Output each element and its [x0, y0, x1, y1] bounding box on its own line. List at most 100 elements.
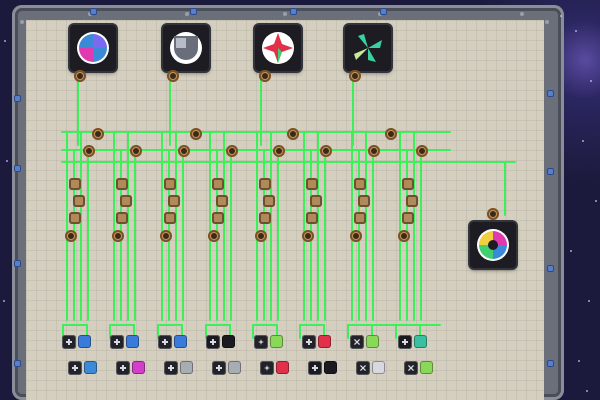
frame-rivet — [14, 260, 21, 267]
output-swatch-top-5 — [270, 335, 283, 348]
output-button-bottom-6[interactable] — [308, 361, 322, 375]
frame-rivet — [547, 360, 554, 367]
symbol-port-node[interactable] — [259, 70, 271, 82]
symbol-port-node[interactable] — [167, 70, 179, 82]
frame-rivet — [14, 360, 21, 367]
junction-node — [255, 230, 267, 242]
star — [578, 360, 580, 362]
output-button-top-2[interactable] — [110, 335, 124, 349]
output-button-bottom-4[interactable] — [212, 361, 226, 375]
output-swatch-bottom-2 — [132, 361, 145, 374]
star — [3, 300, 5, 302]
output-swatch-bottom-8 — [420, 361, 433, 374]
junction-node — [350, 230, 362, 242]
output-button-bottom-1[interactable] — [68, 361, 82, 375]
output-button-top-5[interactable] — [254, 335, 268, 349]
output-button-top-7[interactable] — [350, 335, 364, 349]
star-red-green-icon — [262, 32, 294, 64]
output-swatch-top-1 — [78, 335, 91, 348]
output-swatch-bottom-3 — [180, 361, 193, 374]
junction-node — [83, 145, 95, 157]
frame-bolt — [283, 12, 287, 16]
right-port-node[interactable] — [487, 208, 499, 220]
output-swatch-top-3 — [174, 335, 187, 348]
junction-node — [226, 145, 238, 157]
junction-node — [178, 145, 190, 157]
star — [575, 30, 577, 32]
output-swatch-top-4 — [222, 335, 235, 348]
output-button-bottom-8[interactable] — [404, 361, 418, 375]
frame-rivet — [547, 90, 554, 97]
relay-3-2 — [212, 212, 224, 224]
frame-bolt — [20, 20, 24, 24]
relay-1-0 — [116, 178, 128, 190]
junction-node — [320, 145, 332, 157]
output-swatch-bottom-5 — [276, 361, 289, 374]
wheel-multicolor-icon — [477, 229, 509, 261]
relay-0-0 — [69, 178, 81, 190]
relay-5-0 — [306, 178, 318, 190]
shield-grey-icon — [170, 32, 202, 64]
junction-node — [190, 128, 202, 140]
frame-rivet — [547, 168, 554, 175]
star — [595, 200, 597, 202]
relay-6-1 — [358, 195, 370, 207]
symbol-port-node[interactable] — [349, 70, 361, 82]
relay-3-0 — [212, 178, 224, 190]
output-swatch-top-2 — [126, 335, 139, 348]
frame-rivet — [547, 265, 554, 272]
junction-node — [160, 230, 172, 242]
output-swatch-bottom-7 — [372, 361, 385, 374]
frame-bolt — [185, 12, 189, 16]
frame-rivet — [14, 95, 21, 102]
relay-2-2 — [164, 212, 176, 224]
junction-node — [416, 145, 428, 157]
relay-6-0 — [354, 178, 366, 190]
symbol-port-node[interactable] — [74, 70, 86, 82]
junction-node — [302, 230, 314, 242]
relay-0-2 — [69, 212, 81, 224]
output-button-top-3[interactable] — [158, 335, 172, 349]
star — [586, 390, 588, 392]
output-swatch-bottom-6 — [324, 361, 337, 374]
relay-5-1 — [310, 195, 322, 207]
output-button-bottom-3[interactable] — [164, 361, 178, 375]
symbol-tile-quad-blue-symbol[interactable] — [70, 25, 116, 71]
junction-node — [92, 128, 104, 140]
frame-bolt — [545, 20, 549, 24]
junction-node — [112, 230, 124, 242]
star — [582, 140, 584, 142]
relay-3-1 — [216, 195, 228, 207]
junction-node — [130, 145, 142, 157]
symbol-tile-shield-grey-symbol[interactable] — [163, 25, 209, 71]
output-button-top-8[interactable] — [398, 335, 412, 349]
star — [4, 40, 6, 42]
output-button-top-6[interactable] — [302, 335, 316, 349]
symbol-tile-pinwheel-green-symbol[interactable] — [345, 25, 391, 71]
junction-node — [208, 230, 220, 242]
junction-node — [65, 230, 77, 242]
output-button-bottom-7[interactable] — [356, 361, 370, 375]
relay-1-1 — [120, 195, 132, 207]
output-button-bottom-2[interactable] — [116, 361, 130, 375]
output-swatch-bottom-4 — [228, 361, 241, 374]
junction-node — [273, 145, 285, 157]
symbol-tile-wheel-multicolor-symbol[interactable] — [470, 222, 516, 268]
pinwheel-green-icon — [354, 34, 382, 62]
frame-rivet — [380, 8, 387, 15]
frame-rivet — [14, 165, 21, 172]
symbol-tile-star-red-green-symbol[interactable] — [255, 25, 301, 71]
output-swatch-top-7 — [366, 335, 379, 348]
relay-6-2 — [354, 212, 366, 224]
relay-7-1 — [406, 195, 418, 207]
junction-node — [368, 145, 380, 157]
star — [590, 80, 592, 82]
relay-5-2 — [306, 212, 318, 224]
frame-bolt — [520, 12, 524, 16]
output-button-top-4[interactable] — [206, 335, 220, 349]
relay-4-1 — [263, 195, 275, 207]
star — [560, 15, 562, 17]
output-button-bottom-5[interactable] — [260, 361, 274, 375]
output-button-top-1[interactable] — [62, 335, 76, 349]
star — [588, 300, 590, 302]
